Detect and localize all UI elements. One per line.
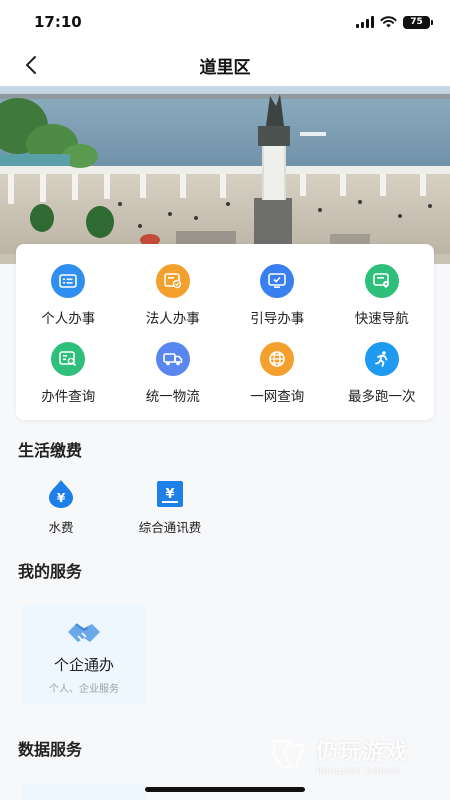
water-drop-icon: ¥: [49, 480, 73, 508]
battery-icon: 75: [403, 15, 433, 29]
service-label: 引导办事: [250, 311, 305, 327]
data-service-card[interactable]: [22, 784, 146, 800]
service-card-subtitle: 个人、企业服务: [49, 684, 119, 695]
chevron-left-icon: [26, 56, 36, 74]
service-label: 最多跑一次: [348, 389, 416, 405]
watermark-logo-icon: [272, 739, 306, 769]
map-pin-card-icon: [364, 264, 399, 298]
monitor-check-icon: [260, 264, 295, 298]
fee-water[interactable]: ¥ 水费: [36, 479, 86, 536]
fee-label: 综合通讯费: [138, 520, 202, 535]
banner-image[interactable]: [0, 86, 450, 264]
svg-text:¥: ¥: [165, 487, 174, 502]
section-title-data-services: 数据服务: [18, 740, 83, 759]
id-card-icon: [51, 264, 86, 298]
service-navigation[interactable]: 快速导航: [330, 254, 435, 332]
service-label: 快速导航: [354, 311, 409, 327]
fee-telecom[interactable]: ¥ 综合通讯费: [126, 479, 214, 536]
service-one-net-query[interactable]: 一网查询: [225, 332, 330, 410]
service-label: 统一物流: [145, 389, 200, 405]
service-run-once[interactable]: 最多跑一次: [330, 332, 435, 410]
service-label: 法人办事: [145, 311, 200, 327]
watermark-text-en: Rengwan Games: [316, 765, 401, 777]
yuan-bill-icon: ¥: [157, 481, 183, 507]
service-label: 办件查询: [41, 389, 96, 405]
fee-label: 水费: [48, 520, 74, 535]
watermark-text-cn: 仍玩游戏: [316, 739, 409, 765]
service-logistics[interactable]: 统一物流: [121, 332, 226, 410]
wifi-icon: [380, 16, 397, 28]
svg-text:¥: ¥: [57, 491, 66, 505]
services-grid-card: 个人办事 法人办事 引导办事 快速导航 办件查询 统一物流 一网查询 最多跑一次: [16, 244, 434, 420]
home-indicator[interactable]: [145, 787, 305, 792]
city-monument-photo: [0, 86, 450, 264]
service-case-query[interactable]: 办件查询: [16, 332, 121, 410]
service-card-personal-enterprise[interactable]: 个企通办 个人、企业服务: [22, 604, 146, 704]
watermark: 仍玩游戏 Rengwan Games: [270, 730, 440, 780]
battery-level: 75: [410, 17, 423, 27]
service-corporate[interactable]: 法人办事: [121, 254, 226, 332]
runner-icon: [364, 342, 399, 376]
signal-icon: [356, 16, 374, 28]
globe-icon: [260, 342, 295, 376]
service-card-title: 个企通办: [53, 656, 114, 674]
section-title-my-services: 我的服务: [18, 562, 83, 581]
handshake-icon: [68, 623, 100, 642]
services-grid: 个人办事 法人办事 引导办事 快速导航 办件查询 统一物流 一网查询 最多跑一次: [16, 244, 434, 410]
service-label: 个人办事: [41, 311, 96, 327]
certificate-icon: [155, 264, 190, 298]
section-title-life-payment: 生活缴费: [18, 441, 83, 460]
service-label: 一网查询: [250, 389, 305, 405]
nav-bar: 道里区: [0, 44, 450, 86]
truck-icon: [155, 342, 190, 376]
service-guide[interactable]: 引导办事: [225, 254, 330, 332]
status-bar: 17:10 75: [0, 0, 450, 44]
status-icons: 75: [356, 15, 433, 29]
page-title: 道里区: [199, 57, 251, 78]
service-personal[interactable]: 个人办事: [16, 254, 121, 332]
status-time: 17:10: [34, 13, 82, 31]
doc-search-icon: [51, 342, 86, 376]
back-button[interactable]: [18, 52, 44, 78]
